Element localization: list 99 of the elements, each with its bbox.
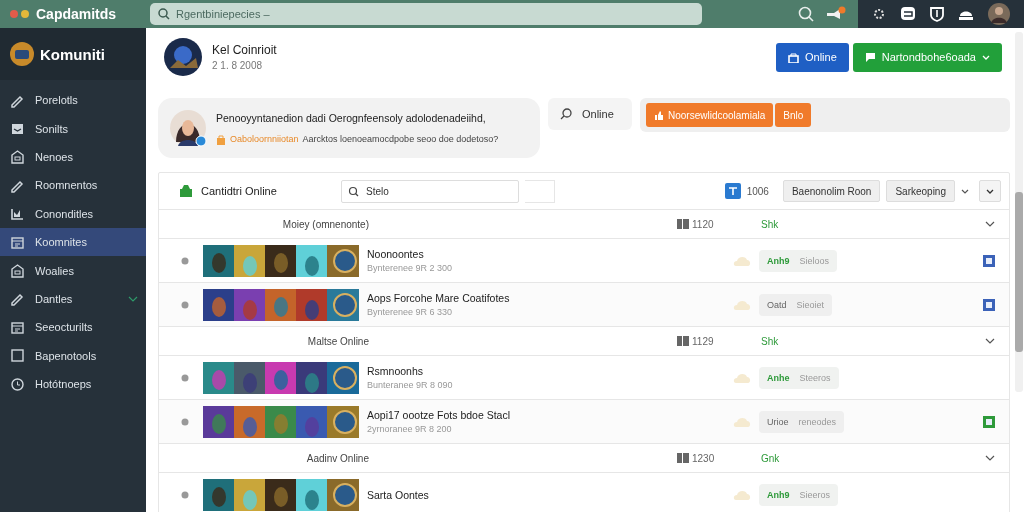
- book-icon: [677, 336, 689, 346]
- count-label: 1006: [746, 185, 769, 197]
- search-icon: [158, 8, 170, 20]
- group-icon: [179, 185, 193, 197]
- search-icon[interactable]: [798, 6, 814, 22]
- gear-icon[interactable]: [872, 7, 886, 21]
- shield-icon[interactable]: [930, 6, 944, 22]
- logo-icon: [10, 42, 34, 66]
- group-title: Moiey (omnenonte): [281, 218, 370, 230]
- chart-icon: [10, 206, 25, 222]
- search-field[interactable]: Stelo: [341, 179, 519, 203]
- online-filter[interactable]: Online: [548, 98, 632, 130]
- group-status: Gnk: [761, 452, 781, 464]
- group-count: 1230: [692, 452, 715, 464]
- group-status: Shk: [761, 218, 780, 230]
- profile-name: Kel Coinrioit: [212, 43, 277, 57]
- status-tag: Anhe Steeros: [759, 366, 839, 389]
- radio-dot-icon[interactable]: [181, 256, 189, 265]
- profile-date: 2 1. 8 2008: [212, 60, 264, 71]
- sidebar-item[interactable]: Dantles: [0, 284, 146, 314]
- chevron-icon[interactable]: [985, 455, 995, 461]
- brand-name: Komuniti: [40, 45, 105, 63]
- filter-button[interactable]: Baenonolim Roon: [782, 180, 881, 202]
- cloud-icon: [733, 416, 751, 427]
- group-title: Aadinv Online: [305, 452, 370, 464]
- group-count: 1120: [692, 218, 714, 230]
- book-icon: [677, 453, 689, 463]
- app-title: Capdamitds: [36, 6, 117, 22]
- item-meta: Bunteranee 9R 8 090: [367, 380, 454, 390]
- panel-title: Cantidtri Online: [201, 185, 277, 197]
- calendar-icon: [10, 234, 25, 250]
- sidebar-item[interactable]: Seeocturilts: [0, 313, 146, 342]
- status-tag: Anh9 Sieeros: [759, 483, 838, 506]
- inbox-icon: [10, 121, 25, 137]
- item-name: Rsmnoonhs: [367, 365, 425, 377]
- filter-button[interactable]: Sarkeoping: [886, 180, 955, 202]
- cloud-icon: [733, 299, 751, 310]
- chat-icon[interactable]: [900, 6, 916, 22]
- sidebar-item[interactable]: Cononditles: [0, 199, 146, 228]
- avatar-icon: [168, 108, 208, 148]
- square-icon[interactable]: [983, 298, 995, 311]
- status-tag: Anh9 Sieloos: [759, 249, 838, 272]
- sidebar-item[interactable]: Porelotls: [0, 86, 146, 115]
- radio-dot-icon[interactable]: [181, 417, 189, 426]
- item-meta: Bynterenee 9R 6 330: [367, 307, 454, 317]
- sidebar-item[interactable]: Nenoes: [0, 142, 146, 172]
- cloud-icon: [733, 489, 751, 500]
- sidebar-item[interactable]: Woalies: [0, 256, 146, 285]
- chevron-icon[interactable]: [985, 221, 995, 227]
- building-icon: [10, 263, 25, 279]
- cloud-icon: [733, 255, 751, 266]
- group-status: Shk: [761, 335, 780, 347]
- search-icon: [348, 185, 359, 197]
- chat-icon: [864, 51, 876, 63]
- radio-dot-icon[interactable]: [181, 490, 189, 499]
- calendar-icon: [10, 319, 25, 335]
- item-name: Sarta Oontes: [367, 488, 430, 501]
- pencil-icon: [10, 291, 25, 307]
- cloud-icon: [733, 372, 751, 383]
- item-name: Aops Forcohe Mare Coatifotes: [367, 292, 511, 304]
- radio-dot-icon[interactable]: [181, 373, 189, 382]
- scrollbar[interactable]: [1015, 32, 1023, 392]
- item-name: Aopi17 oootze Fots bdoe Stacl: [367, 409, 511, 421]
- window-controls-icon: [10, 10, 30, 18]
- thumbs-up-icon: [654, 110, 663, 120]
- item-name: Noonoontes: [367, 248, 425, 260]
- caret-icon: [986, 188, 994, 194]
- sidebar-item[interactable]: Hotótnoeps: [0, 369, 146, 399]
- avatar-icon[interactable]: [988, 3, 1010, 25]
- post-text: Penooyyntanedion dadi Oerognfeensoly adolodenadeiihd,: [216, 111, 487, 124]
- badge-icon: [724, 183, 741, 199]
- avatar-icon: [164, 38, 202, 76]
- radio-dot-icon[interactable]: [181, 300, 189, 309]
- sidebar-item[interactable]: Koomnites: [0, 227, 146, 257]
- chevron-icon[interactable]: [985, 338, 995, 344]
- caret-icon: [982, 54, 990, 60]
- building-icon: [10, 149, 25, 165]
- sidebar-item[interactable]: Bapenotools: [0, 341, 146, 370]
- status-tag: Urioe reneodes: [759, 410, 845, 433]
- clock-icon: [10, 376, 25, 392]
- square-icon: [10, 348, 25, 364]
- group-title: Maltse Online: [306, 335, 370, 347]
- online-button[interactable]: Online: [776, 42, 849, 72]
- item-meta: 2yrnoranee 9R 8 200: [367, 424, 453, 434]
- search-field[interactable]: Rgentbiniepecies –: [150, 3, 702, 25]
- sidebar-item[interactable]: Roomnentos: [0, 171, 146, 200]
- lock-icon: [788, 51, 799, 63]
- megaphone-icon[interactable]: [826, 6, 846, 22]
- status-tag: Oatd Sieoiet: [759, 293, 833, 316]
- book-icon: [677, 219, 689, 229]
- group-count: 1129: [692, 335, 714, 347]
- caret-icon[interactable]: [961, 188, 969, 194]
- sidebar-item[interactable]: Sonilts: [0, 114, 146, 143]
- post-text: Aarcktos loenoeamocdpobe seoo doe dodetoso?: [302, 134, 499, 144]
- square-icon[interactable]: [983, 254, 995, 267]
- square-icon[interactable]: [983, 415, 995, 428]
- item-meta: Bynterenee 9R 2 300: [367, 263, 454, 273]
- search-icon: [560, 108, 572, 120]
- lock-icon: [216, 133, 226, 145]
